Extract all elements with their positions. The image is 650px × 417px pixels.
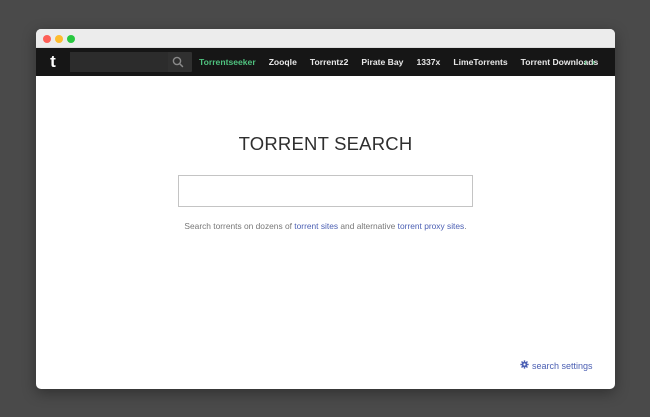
- nav-scroll-arrows: ‹ ›: [584, 48, 595, 76]
- minimize-window-button[interactable]: [55, 35, 63, 43]
- chevron-left-icon[interactable]: ‹: [584, 57, 587, 67]
- torrent-proxy-sites-link[interactable]: torrent proxy sites: [398, 221, 465, 231]
- nav-link-pirate-bay[interactable]: Pirate Bay: [361, 57, 403, 67]
- search-icon[interactable]: [171, 55, 185, 69]
- search-settings-label: search settings: [532, 360, 593, 371]
- page-title: TORRENT SEARCH: [238, 133, 413, 154]
- search-description: Search torrents on dozens of torrent sit…: [36, 221, 615, 231]
- top-navbar: t Torrentseeker Zooqle Torrentz2 Pirate …: [36, 48, 615, 76]
- subtext-prefix: Search torrents on dozens of: [184, 221, 295, 231]
- torrent-sites-link[interactable]: torrent sites: [294, 221, 338, 231]
- browser-window: t Torrentseeker Zooqle Torrentz2 Pirate …: [36, 29, 615, 389]
- nav-search-input[interactable]: [70, 52, 168, 72]
- main-content: TORRENT SEARCH Search torrents on dozens…: [36, 76, 615, 389]
- nav-link-zooqle[interactable]: Zooqle: [269, 57, 297, 67]
- main-search-input[interactable]: [178, 175, 473, 207]
- nav-link-limetorrents[interactable]: LimeTorrents: [453, 57, 507, 67]
- maximize-window-button[interactable]: [67, 35, 75, 43]
- title-bar: [36, 29, 615, 48]
- close-window-button[interactable]: [43, 35, 51, 43]
- nav-link-torrentz2[interactable]: Torrentz2: [310, 57, 349, 67]
- subtext-suffix: .: [464, 221, 467, 231]
- nav-links: Torrentseeker Zooqle Torrentz2 Pirate Ba…: [199, 48, 611, 76]
- site-logo[interactable]: t: [36, 48, 70, 76]
- nav-link-1337x[interactable]: 1337x: [416, 57, 440, 67]
- nav-search-box: [70, 52, 192, 72]
- subtext-middle: and alternative: [338, 221, 398, 231]
- chevron-right-icon[interactable]: ›: [592, 57, 595, 67]
- nav-link-torrentseeker[interactable]: Torrentseeker: [199, 57, 256, 67]
- gear-icon: [520, 360, 529, 371]
- search-settings-link[interactable]: search settings: [520, 360, 593, 371]
